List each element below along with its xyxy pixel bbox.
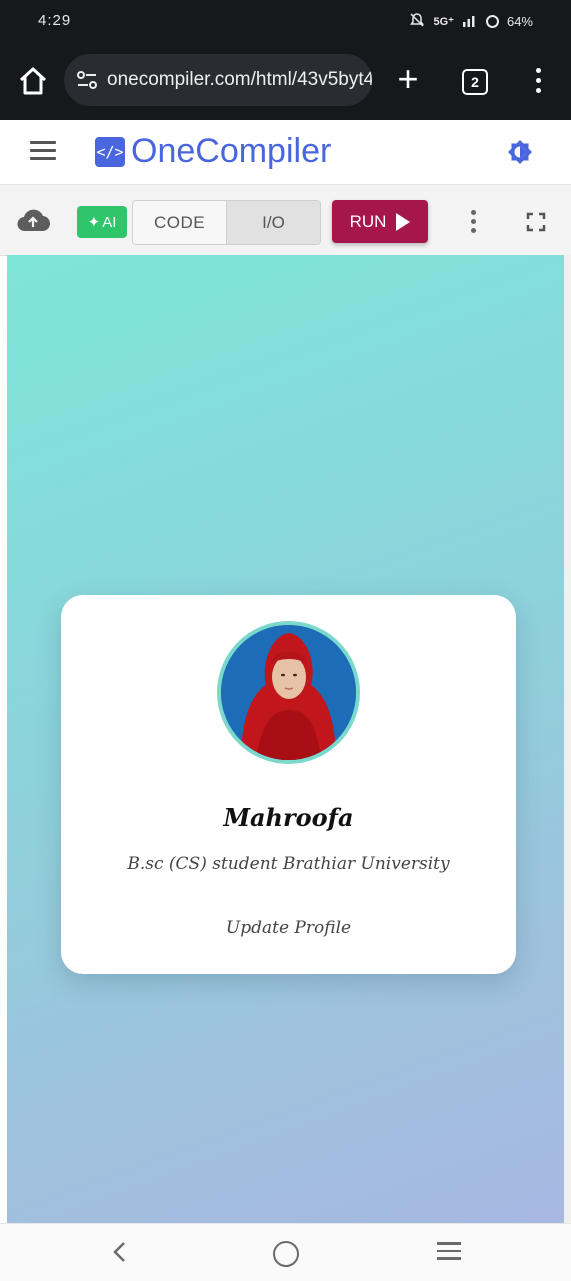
back-icon[interactable]: [110, 1240, 130, 1264]
logo-text: OneCompiler: [131, 132, 332, 170]
editor-options-icon[interactable]: [468, 210, 478, 236]
update-profile-link[interactable]: Update Profile: [61, 918, 516, 938]
ai-label: AI: [102, 213, 117, 231]
sparkle-icon: ✦: [87, 214, 101, 231]
logo-symbol: </>: [95, 136, 125, 167]
plus-icon[interactable]: +: [392, 61, 424, 97]
home-icon[interactable]: [16, 64, 50, 98]
status-indicators: 5G⁺ 64%: [409, 12, 533, 31]
address-bar[interactable]: onecompiler.com/html/43v5byt4: [64, 54, 372, 106]
browser-toolbar: onecompiler.com/html/43v5byt4 + 2: [0, 42, 571, 120]
recent-apps-icon[interactable]: [437, 1242, 461, 1262]
site-settings-icon[interactable]: [76, 70, 98, 90]
ai-button[interactable]: ✦ AI: [77, 206, 127, 238]
network-label: 5G⁺: [433, 16, 454, 28]
site-header: </> OneCompiler: [0, 120, 571, 185]
play-icon: [396, 212, 411, 231]
profile-subtitle: B.sc (CS) student Brathiar University: [127, 854, 450, 874]
url-text: onecompiler.com/html/43v5byt4: [107, 69, 372, 90]
fullscreen-icon[interactable]: [526, 212, 546, 232]
tab-switcher-icon[interactable]: 2: [462, 69, 488, 95]
profile-name: Mahroofa: [223, 803, 354, 832]
status-time: 4:29: [38, 12, 72, 29]
brightness-icon[interactable]: [506, 138, 534, 166]
cloud-upload-icon[interactable]: [16, 207, 51, 233]
run-button[interactable]: RUN: [332, 200, 428, 243]
more-vert-icon[interactable]: [528, 68, 548, 98]
scrollbar-track: [564, 255, 571, 1223]
profile-card: Mahroofa B.sc (CS) student Brathiar Univ…: [61, 595, 516, 974]
output-preview: Mahroofa B.sc (CS) student Brathiar Univ…: [7, 255, 564, 1223]
tab-io[interactable]: I/O: [226, 201, 320, 244]
system-nav-bar: [0, 1223, 571, 1281]
mute-icon: [409, 12, 425, 31]
run-label: RUN: [349, 211, 387, 231]
nav-home-icon[interactable]: [273, 1241, 299, 1267]
battery-icon: [485, 15, 499, 28]
signal-icon: [462, 13, 478, 30]
tab-code[interactable]: CODE: [133, 201, 226, 244]
hamburger-menu-icon[interactable]: [30, 141, 56, 161]
status-bar: 4:29 5G⁺ 64%: [0, 0, 571, 42]
editor-toolbar: ✦ AI CODE I/O RUN: [0, 185, 571, 256]
profile-photo: [221, 625, 356, 760]
view-toggle: CODE I/O: [132, 200, 321, 245]
battery-percent: 64%: [506, 14, 533, 29]
onecompiler-logo[interactable]: </> OneCompiler: [95, 132, 331, 171]
avatar: [217, 621, 360, 764]
